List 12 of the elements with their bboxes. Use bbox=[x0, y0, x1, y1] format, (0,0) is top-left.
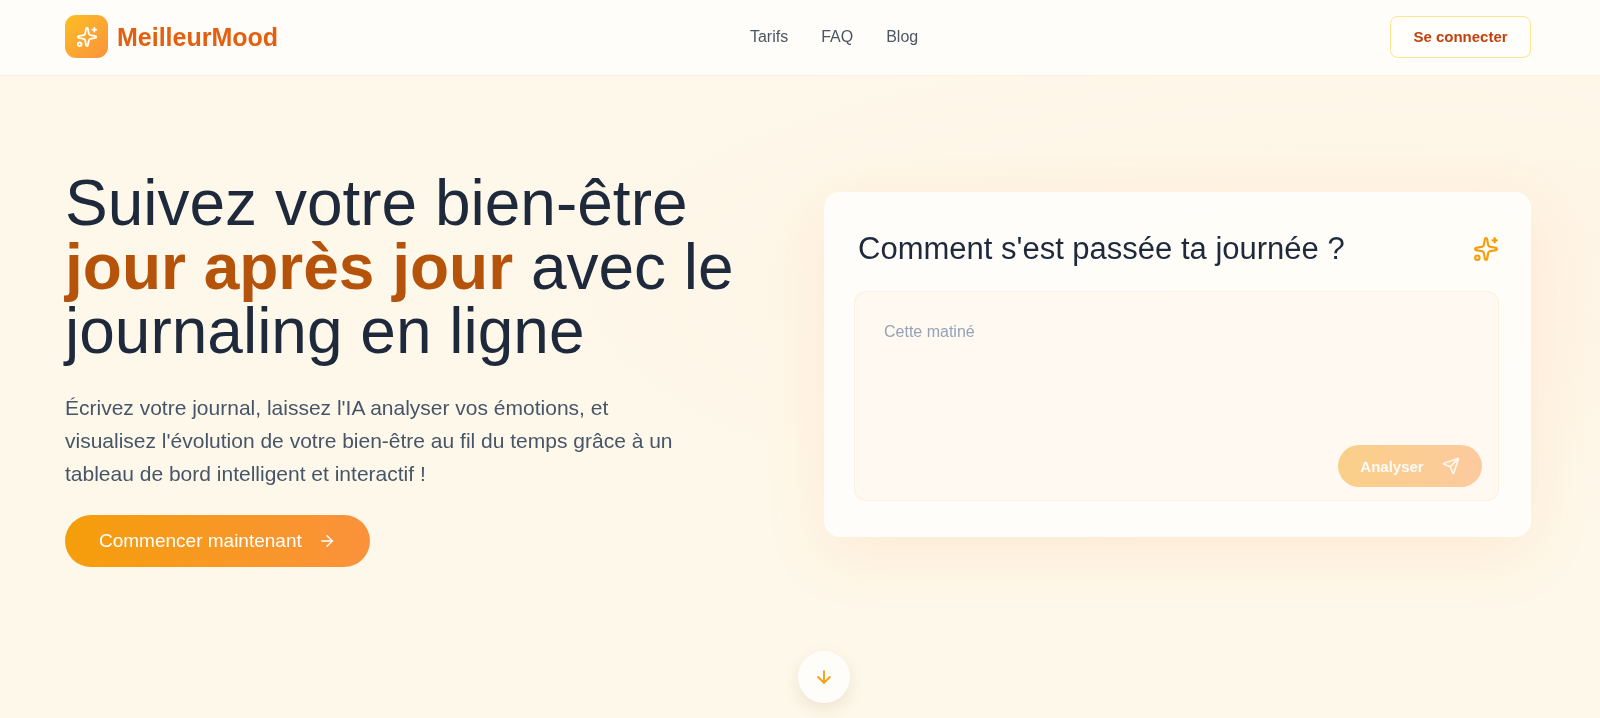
nav-link[interactable]: FAQ bbox=[821, 27, 854, 46]
nav-link[interactable]: Tarifs bbox=[749, 27, 789, 46]
hero-description: Écrivez votre journal, laissez l'IA analyser vos émotions, et visualisez l'évolution de votre bien-être au fil du temps grâce à un tableau de bord intelligent et interactif ! bbox=[65, 395, 674, 487]
nav-link[interactable]: Blog bbox=[886, 27, 919, 46]
arrow-down-icon bbox=[814, 667, 834, 687]
scroll-down-button[interactable] bbox=[798, 651, 850, 703]
sparkle-icon bbox=[1473, 236, 1499, 262]
card-title: Comment s'est passée ta journée ? bbox=[858, 231, 1345, 267]
sparkle-logo-icon bbox=[65, 15, 108, 58]
brand-name: MeilleurMood bbox=[117, 21, 279, 52]
send-icon bbox=[1441, 457, 1460, 475]
login-button[interactable]: Se connecter bbox=[1390, 15, 1531, 58]
